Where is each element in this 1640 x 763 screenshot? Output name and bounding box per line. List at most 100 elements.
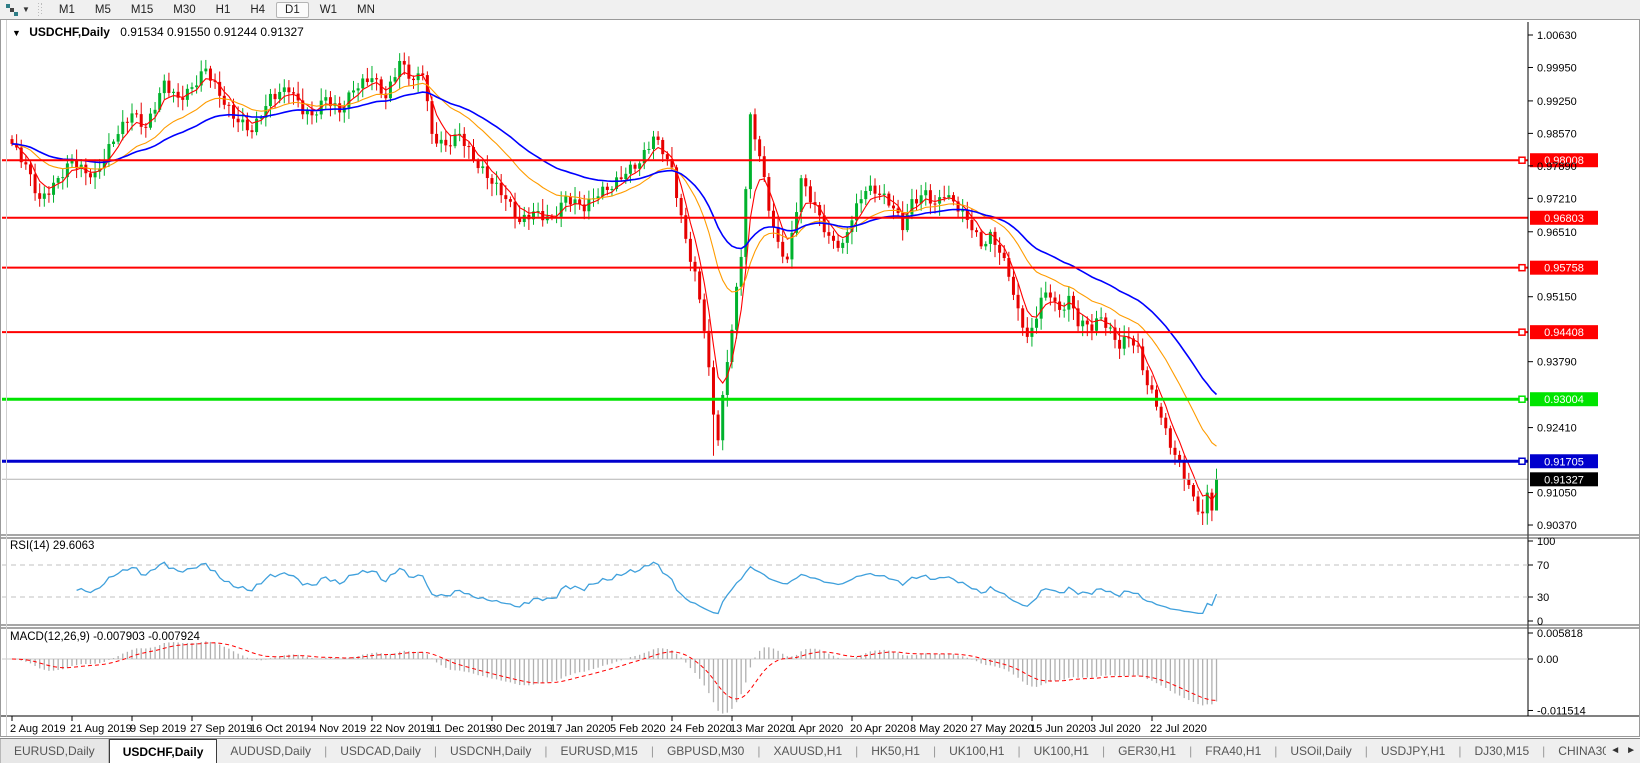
candle-body: [564, 196, 568, 203]
candle-body: [628, 164, 632, 174]
candle-body: [513, 201, 517, 218]
candle-body: [393, 77, 397, 82]
candle-body: [1173, 447, 1177, 455]
chart-tab-uk100-h1[interactable]: UK100,H1: [1021, 739, 1102, 763]
chart-tab-xauusd-h1[interactable]: XAUUSD,H1: [760, 739, 855, 763]
candles-layer[interactable]: [10, 52, 1219, 526]
rsi-tick-label: 30: [1537, 592, 1549, 604]
chart-tab-audusd-daily[interactable]: AUDUSD,Daily: [217, 739, 324, 763]
rsi-line: [76, 561, 1218, 615]
moving-average-5: [11, 71, 1217, 501]
chart-tab-usoil-daily[interactable]: USOil,Daily: [1277, 739, 1364, 763]
hline-handle[interactable]: [1518, 457, 1526, 466]
hline-handle[interactable]: [1518, 156, 1526, 164]
chart-tab-fra40-h1[interactable]: FRA40,H1: [1192, 739, 1274, 763]
candle-body: [693, 261, 697, 272]
candle-body: [961, 210, 965, 212]
candle-body: [490, 178, 494, 184]
chart-tab-dj30-m15[interactable]: DJ30,M15: [1461, 739, 1542, 763]
chart-canvas[interactable]: 0.980080.968030.957580.944080.930040.917…: [0, 0, 1640, 762]
candle-body: [1187, 479, 1191, 486]
date-tick-label: 15 Jun 2020: [1030, 723, 1091, 735]
hline-handle[interactable]: [1518, 328, 1526, 336]
chart-tab-eurusd-daily[interactable]: EURUSD,Daily: [0, 739, 109, 763]
candle-body: [1035, 318, 1039, 328]
candle-body: [1002, 252, 1006, 259]
candle-body: [1016, 294, 1020, 309]
candle-body: [656, 136, 660, 140]
candle-body: [324, 97, 328, 101]
candle-body: [684, 215, 688, 239]
candle-body: [804, 178, 808, 187]
candle-body: [453, 134, 457, 147]
candle-body: [430, 101, 434, 134]
chart-tab-ger30-h1[interactable]: GER30,H1: [1105, 739, 1189, 763]
candle-body: [1048, 292, 1052, 298]
candle-body: [365, 78, 369, 83]
symbol-dropdown-icon[interactable]: ▼: [12, 28, 21, 38]
hline-price-badge-text: 0.96803: [1544, 213, 1584, 225]
candle-body: [227, 104, 231, 106]
candle-body: [1090, 324, 1094, 331]
candle-body: [52, 182, 56, 195]
candle-body: [942, 197, 946, 199]
hline-handle[interactable]: [1518, 263, 1526, 272]
candle-body: [864, 190, 868, 200]
candle-body: [33, 174, 37, 194]
chart-tab-eurusd-m15[interactable]: EURUSD,M15: [547, 739, 650, 763]
candle-body: [398, 60, 402, 78]
candle-body: [748, 114, 752, 190]
rsi-tick-label: 100: [1537, 536, 1555, 548]
candle-body: [1196, 496, 1200, 512]
chart-tab-usdcad-daily[interactable]: USDCAD,Daily: [327, 739, 434, 763]
rsi-indicator-label: RSI(14) 29.6063: [10, 540, 95, 552]
candle-body: [1150, 385, 1154, 390]
candle-body: [162, 80, 166, 94]
candle-body: [947, 195, 951, 198]
candle-body: [499, 182, 503, 196]
candle-body: [241, 119, 245, 123]
candle-body: [610, 188, 614, 191]
hline-price-badge-text: 0.91705: [1544, 456, 1584, 468]
tab-scroll-right-icon[interactable]: ►: [1626, 745, 1636, 756]
candle-body: [47, 193, 51, 195]
candle-body: [1062, 309, 1066, 311]
candle-body: [139, 114, 143, 127]
candle-body: [882, 193, 886, 195]
moving-average-40: [11, 91, 1218, 396]
candle-body: [375, 78, 379, 80]
tab-scroll-left-icon[interactable]: ◄: [1610, 745, 1620, 756]
candle-body: [61, 177, 65, 179]
candle-body: [135, 113, 139, 115]
date-tick-label: 22 Nov 2019: [370, 723, 432, 735]
candle-body: [739, 256, 743, 287]
candle-body: [1053, 297, 1057, 302]
hline-handle[interactable]: [1518, 395, 1526, 403]
chart-tab-usdcnh-daily[interactable]: USDCNH,Daily: [437, 739, 544, 763]
macd-signal-line: [11, 642, 1217, 701]
chart-tab-hk50-h1[interactable]: HK50,H1: [858, 739, 933, 763]
macd-histogram: [15, 641, 1218, 714]
candle-body: [476, 160, 480, 169]
price-tick-label: 0.99950: [1537, 62, 1577, 74]
candle-body: [1099, 317, 1103, 319]
candle-body: [444, 139, 448, 146]
candle-body: [998, 244, 1002, 253]
candle-body: [836, 240, 840, 248]
price-tick-label: 0.90370: [1537, 520, 1577, 532]
candle-body: [831, 235, 835, 241]
chart-tab-usdjpy-h1[interactable]: USDJPY,H1: [1368, 739, 1458, 763]
macd-tick-label: 0.00: [1537, 654, 1558, 666]
candle-body: [356, 88, 360, 91]
candle-body: [435, 133, 439, 144]
candle-body: [910, 199, 914, 215]
rsi-tick-label: 70: [1537, 560, 1549, 572]
candle-body: [88, 173, 92, 178]
chart-tab-uk100-h1[interactable]: UK100,H1: [936, 739, 1017, 763]
candle-body: [144, 126, 148, 128]
date-tick-label: 27 Sep 2019: [190, 723, 252, 735]
candle-body: [735, 286, 739, 330]
chart-tab-gbpusd-m30[interactable]: GBPUSD,M30: [654, 739, 757, 763]
candle-body: [711, 367, 715, 415]
chart-tab-usdchf-daily[interactable]: USDCHF,Daily: [108, 739, 218, 763]
